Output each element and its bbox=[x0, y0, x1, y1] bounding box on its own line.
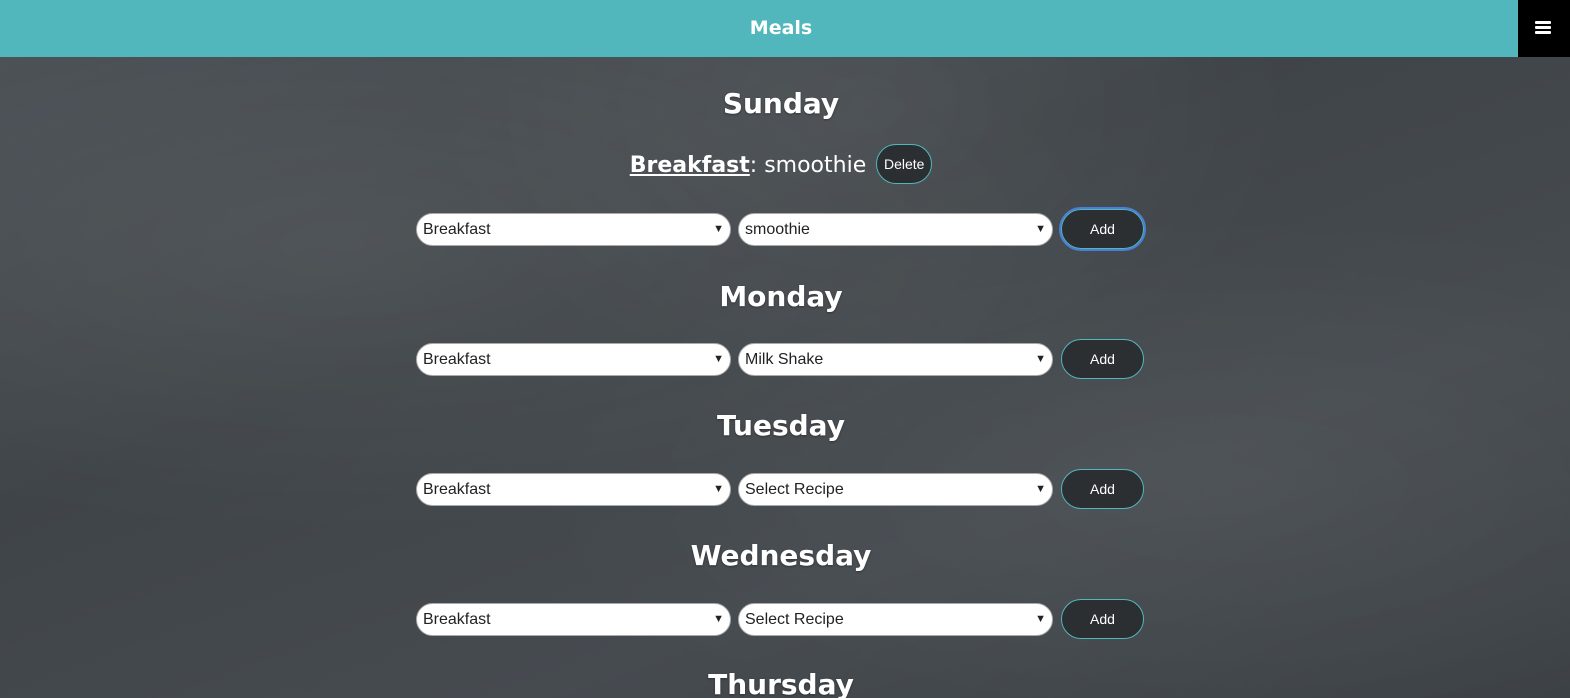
add-meal-button[interactable]: Add bbox=[1061, 469, 1144, 509]
meal-type-value: Breakfast bbox=[423, 611, 491, 628]
meal-type-link[interactable]: Breakfast bbox=[630, 153, 750, 178]
dropdown-arrow-icon: ▼ bbox=[713, 613, 724, 625]
dropdown-arrow-icon: ▼ bbox=[1035, 483, 1046, 495]
dropdown-arrow-icon: ▼ bbox=[1035, 223, 1046, 235]
dropdown-arrow-icon: ▼ bbox=[1035, 353, 1046, 365]
meal-separator: : bbox=[749, 153, 765, 178]
meal-type-select[interactable]: Breakfast ▼ bbox=[416, 213, 731, 246]
add-meal-row-tuesday: Breakfast ▼ Select Recipe ▼ Add bbox=[416, 469, 1146, 509]
add-meal-row-wednesday: Breakfast ▼ Select Recipe ▼ Add bbox=[416, 599, 1146, 639]
dropdown-arrow-icon: ▼ bbox=[713, 223, 724, 235]
recipe-value: Milk Shake bbox=[745, 351, 824, 368]
dropdown-arrow-icon: ▼ bbox=[713, 483, 724, 495]
meal-planner: Sunday Breakfast: smoothie Delete Breakfa… bbox=[0, 57, 1570, 698]
dropdown-arrow-icon: ▼ bbox=[1035, 613, 1046, 625]
meal-recipe: smoothie bbox=[764, 153, 867, 178]
recipe-value: smoothie bbox=[745, 221, 810, 238]
add-meal-button[interactable]: Add bbox=[1061, 339, 1144, 379]
page-title: Meals bbox=[749, 17, 813, 39]
day-heading-tuesday: Tuesday bbox=[717, 409, 845, 442]
day-heading-thursday: Thursday bbox=[708, 668, 854, 698]
meal-type-select[interactable]: Breakfast ▼ bbox=[416, 343, 731, 376]
recipe-select[interactable]: Select Recipe ▼ bbox=[738, 603, 1053, 636]
recipe-select[interactable]: Select Recipe ▼ bbox=[738, 473, 1053, 506]
day-heading-wednesday: Wednesday bbox=[690, 539, 872, 572]
day-heading-monday: Monday bbox=[719, 280, 843, 313]
delete-meal-button[interactable]: Delete bbox=[876, 144, 933, 184]
meal-type-select[interactable]: Breakfast ▼ bbox=[416, 473, 731, 506]
recipe-select[interactable]: smoothie ▼ bbox=[738, 213, 1053, 246]
recipe-select[interactable]: Milk Shake ▼ bbox=[738, 343, 1053, 376]
dropdown-arrow-icon: ▼ bbox=[713, 353, 724, 365]
add-meal-button[interactable]: Add bbox=[1061, 599, 1144, 639]
recipe-value: Select Recipe bbox=[745, 611, 844, 628]
add-meal-row-sunday: Breakfast ▼ smoothie ▼ Add bbox=[416, 207, 1146, 251]
top-bar: Meals bbox=[0, 0, 1570, 57]
add-meal-button[interactable]: Add bbox=[1059, 207, 1146, 251]
recipe-value: Select Recipe bbox=[745, 481, 844, 498]
day-heading-sunday: Sunday bbox=[722, 87, 840, 120]
meal-type-select[interactable]: Breakfast ▼ bbox=[416, 603, 731, 636]
menu-button[interactable] bbox=[1518, 0, 1570, 57]
add-meal-row-monday: Breakfast ▼ Milk Shake ▼ Add bbox=[416, 339, 1146, 379]
meal-type-value: Breakfast bbox=[423, 351, 491, 368]
meal-type-value: Breakfast bbox=[423, 481, 491, 498]
meal-entry: Breakfast: smoothie Delete bbox=[0, 144, 1562, 186]
meal-type-value: Breakfast bbox=[423, 221, 491, 238]
